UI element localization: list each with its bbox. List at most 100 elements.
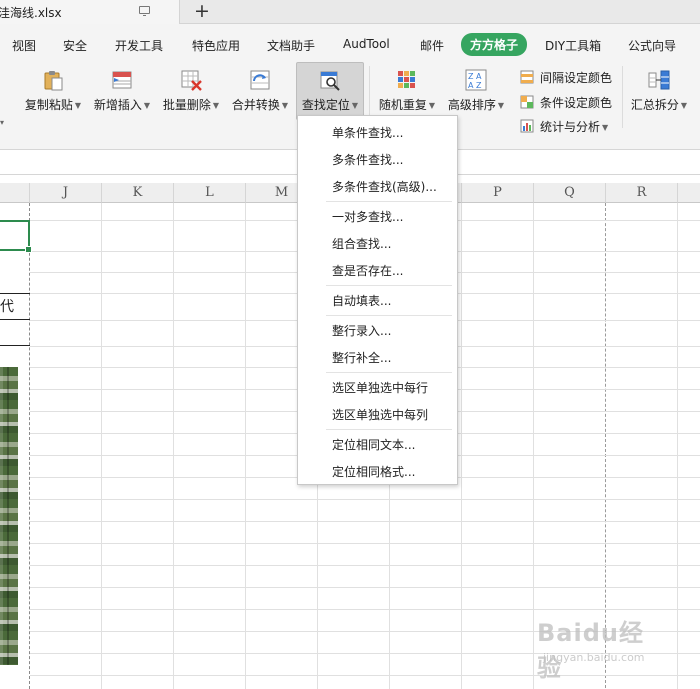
column-header-p[interactable]: P (462, 183, 534, 203)
batch-delete-label: 批量删除 (162, 98, 211, 112)
menu-item-row-entry[interactable]: 整行录入... (332, 322, 391, 339)
menu-item-combined-find[interactable]: 组合查找... (332, 235, 391, 252)
caret-icon: ▾ (0, 118, 5, 127)
caret-icon: ▼ (497, 101, 505, 110)
grid-line (30, 565, 700, 566)
menu-security[interactable]: 安全 (63, 37, 87, 54)
condition-color-icon (520, 95, 534, 109)
summary-split-label: 汇总拆分 (630, 98, 679, 112)
menu-separator (326, 201, 452, 202)
svg-text:A: A (468, 81, 474, 90)
menu-special[interactable]: 特色应用 (192, 37, 240, 54)
find-locate-dropdown: 单条件查找... 多条件查找... 多条件查找(高级)... 一对多查找... … (297, 115, 458, 485)
menu-view[interactable]: 视图 (12, 37, 36, 54)
ribbon-separator (622, 66, 623, 128)
cell-text[interactable]: 代 (0, 296, 14, 316)
grid-line (101, 203, 102, 689)
clipboard-icon (44, 71, 63, 91)
add-insert-label: 新增插入 (93, 98, 142, 112)
copy-paste-button[interactable]: 复制粘贴 ▼ (22, 62, 84, 120)
cell-border (0, 293, 30, 294)
caret-icon: ▼ (281, 101, 289, 110)
grid-line (173, 203, 174, 689)
menu-item-check-exists[interactable]: 查是否存在... (332, 262, 403, 279)
menu-item-auto-fill-form[interactable]: 自动填表... (332, 292, 391, 309)
add-tab-button[interactable]: + (194, 0, 210, 22)
column-header-q[interactable]: Q (534, 183, 606, 203)
caret-icon: ▼ (74, 101, 82, 110)
embedded-photo[interactable] (0, 367, 18, 665)
summary-split-icon (648, 70, 670, 90)
menu-separator (326, 372, 452, 373)
find-locate-button[interactable]: 查找定位 ▼ (296, 62, 364, 120)
menu-item-locate-same-format[interactable]: 定位相同格式... (332, 463, 415, 480)
file-tab-name: 洼海线.xlsx (0, 6, 62, 20)
stats-analysis-label: 统计与分析 (540, 120, 601, 134)
menu-item-multi-condition-find-advanced[interactable]: 多条件查找(高级)... (332, 178, 437, 195)
advanced-sort-button[interactable]: Z A A Z 高级排序 ▼ (445, 62, 507, 120)
random-grid-icon (398, 71, 415, 88)
grid-line (245, 203, 246, 689)
caret-icon: ▼ (602, 123, 609, 132)
menu-audtool[interactable]: AudTool (343, 37, 390, 51)
menu-doc-assistant[interactable]: 文档助手 (267, 37, 315, 54)
advanced-sort-label: 高级排序 (447, 98, 496, 112)
column-header-corner (0, 183, 30, 203)
menu-separator (326, 285, 452, 286)
merge-convert-label: 合并转换 (231, 98, 280, 112)
random-repeat-label: 随机重复 (378, 98, 427, 112)
grid-line (30, 587, 700, 588)
merge-icon (250, 70, 270, 90)
merge-convert-button[interactable]: 合并转换 ▼ (229, 62, 291, 120)
random-repeat-button[interactable]: 随机重复 ▼ (376, 62, 438, 120)
caret-icon: ▼ (351, 101, 359, 110)
menu-mail[interactable]: 邮件 (420, 37, 444, 54)
menu-item-multi-condition-find[interactable]: 多条件查找... (332, 151, 403, 168)
column-header-l[interactable]: L (174, 183, 246, 203)
grid-line (30, 499, 700, 500)
sort-az-icon: Z A A Z (465, 69, 487, 91)
find-locate-label: 查找定位 (301, 98, 350, 112)
svg-text:A: A (476, 72, 482, 81)
menu-developer[interactable]: 开发工具 (115, 37, 163, 54)
grid-line (677, 203, 678, 689)
file-tab[interactable]: 洼海线.xlsx (0, 0, 180, 24)
menu-fangfangezi[interactable]: 方方格子 (461, 33, 528, 56)
grid-line (30, 609, 700, 610)
caret-icon: ▼ (680, 101, 688, 110)
caret-icon: ▼ (428, 101, 436, 110)
column-header-r[interactable]: R (606, 183, 678, 203)
copy-paste-label: 复制粘贴 (24, 98, 73, 112)
menu-item-select-each-row[interactable]: 选区单独选中每行 (332, 379, 428, 396)
menu-item-locate-same-text[interactable]: 定位相同文本... (332, 436, 415, 453)
menu-bar: 视图 安全 开发工具 特色应用 文档助手 AudTool 邮件 方方格子 DIY… (0, 24, 700, 62)
column-header-s[interactable] (678, 183, 700, 203)
menu-item-row-complete[interactable]: 整行补全... (332, 349, 391, 366)
menu-item-single-condition-find[interactable]: 单条件查找... (332, 124, 403, 141)
menu-separator (326, 429, 452, 430)
selected-cell[interactable] (0, 220, 32, 253)
grid-line (30, 543, 700, 544)
menu-formula-wizard[interactable]: 公式向导 (628, 37, 676, 54)
cell-border (0, 345, 30, 346)
watermark-brand: Baidu经验 (537, 619, 644, 682)
menu-item-one-to-many-find[interactable]: 一对多查找... (332, 208, 403, 225)
menu-diy-toolbox[interactable]: DIY工具箱 (545, 37, 601, 54)
watermark-url: jingyan.baidu.com (543, 651, 645, 664)
add-insert-button[interactable]: 新增插入 ▼ (91, 62, 153, 120)
menu-item-select-each-column[interactable]: 选区单独选中每列 (332, 406, 428, 423)
column-header-j[interactable]: J (30, 183, 102, 203)
batch-delete-button[interactable]: 批量删除 ▼ (160, 62, 222, 120)
find-icon (320, 71, 340, 91)
insert-row-icon (112, 71, 132, 89)
monitor-icon[interactable] (139, 6, 150, 16)
grid-line (30, 521, 700, 522)
interval-color-label: 间隔设定颜色 (540, 71, 613, 85)
title-bar: 洼海线.xlsx + (0, 0, 700, 24)
svg-text:Z: Z (468, 72, 474, 81)
summary-split-button[interactable]: 汇总拆分 ▼ (628, 62, 690, 120)
stats-chart-icon (520, 119, 534, 133)
caret-icon: ▼ (143, 101, 151, 110)
column-header-k[interactable]: K (102, 183, 174, 203)
condition-color-label: 条件设定颜色 (540, 96, 613, 110)
